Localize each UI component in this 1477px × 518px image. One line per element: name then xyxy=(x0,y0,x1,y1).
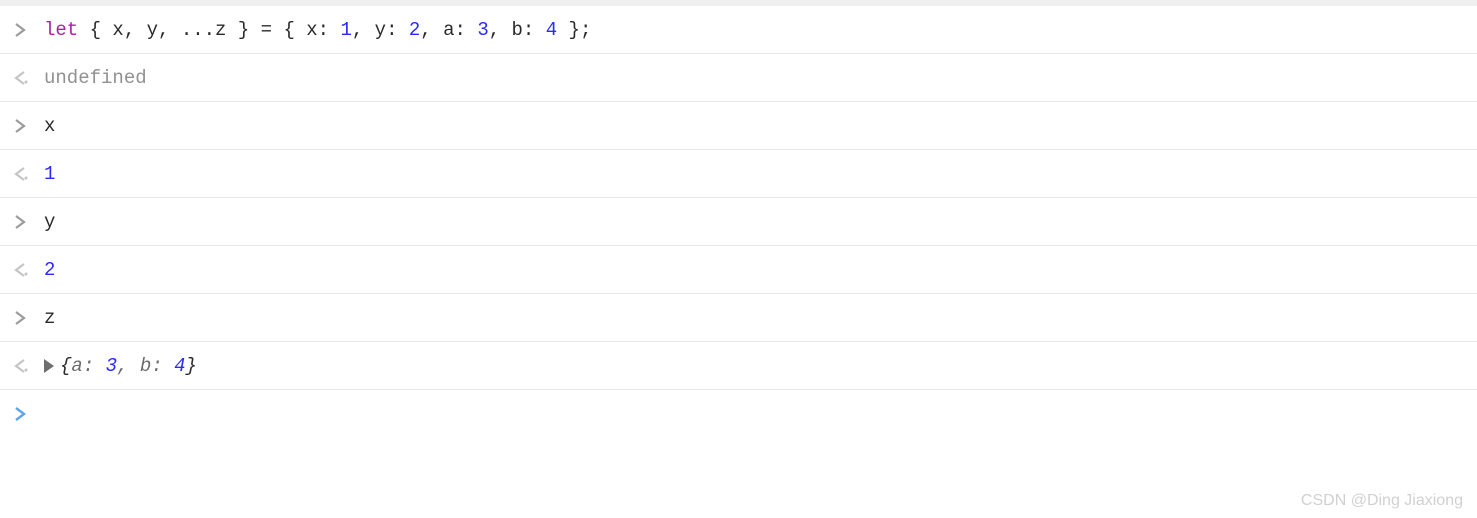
input-chevron-icon xyxy=(14,119,38,133)
console-output-undefined: undefined xyxy=(38,67,1477,89)
object-brace: } xyxy=(185,355,196,377)
object-sep: : xyxy=(83,355,106,377)
input-chevron-icon xyxy=(14,215,38,229)
console-input-code: x xyxy=(38,115,1477,137)
console-input-code: z xyxy=(38,307,1477,329)
console-output-row: 2 xyxy=(0,246,1477,294)
token-keyword: let xyxy=(44,19,78,41)
output-chevron-icon xyxy=(14,263,38,277)
token-number: 1 xyxy=(340,19,351,41)
token-text: , a: xyxy=(420,19,477,41)
console-input-row[interactable]: x xyxy=(0,102,1477,150)
console-output-value: 2 xyxy=(38,259,1477,281)
token-number: 4 xyxy=(546,19,557,41)
object-brace: { xyxy=(60,355,71,377)
console-output-value: 1 xyxy=(38,163,1477,185)
object-sep: : xyxy=(151,355,174,377)
token-text: , b: xyxy=(489,19,546,41)
token-text: , y: xyxy=(352,19,409,41)
console-output-row: undefined xyxy=(0,54,1477,102)
console-output-object[interactable]: {a: 3, b: 4} xyxy=(38,355,1477,377)
output-chevron-icon xyxy=(14,71,38,85)
token-number: 2 xyxy=(409,19,420,41)
object-key: a xyxy=(71,355,82,377)
output-chevron-icon xyxy=(14,167,38,181)
input-chevron-icon xyxy=(14,23,38,37)
output-chevron-icon xyxy=(14,359,38,373)
token-number: 3 xyxy=(477,19,488,41)
console-output-row: 1 xyxy=(0,150,1477,198)
console-output-row: {a: 3, b: 4} xyxy=(0,342,1477,390)
console-input-row[interactable]: y xyxy=(0,198,1477,246)
object-comma: , xyxy=(117,355,140,377)
object-value: 3 xyxy=(106,355,117,377)
input-chevron-icon xyxy=(14,311,38,325)
console-prompt-row[interactable] xyxy=(0,390,1477,438)
console-input-row[interactable]: z xyxy=(0,294,1477,342)
object-key: b xyxy=(140,355,151,377)
watermark-text: CSDN @Ding Jiaxiong xyxy=(1301,492,1463,510)
prompt-chevron-icon xyxy=(14,407,38,421)
object-value: 4 xyxy=(174,355,185,377)
token-text: { x, y, ...z } = { x: xyxy=(78,19,340,41)
token-text: }; xyxy=(557,19,591,41)
console-input-code: y xyxy=(38,211,1477,233)
console-input-row[interactable]: let { x, y, ...z } = { x: 1, y: 2, a: 3,… xyxy=(0,6,1477,54)
expand-triangle-icon[interactable] xyxy=(44,359,54,373)
console-input-code: let { x, y, ...z } = { x: 1, y: 2, a: 3,… xyxy=(38,19,1477,41)
